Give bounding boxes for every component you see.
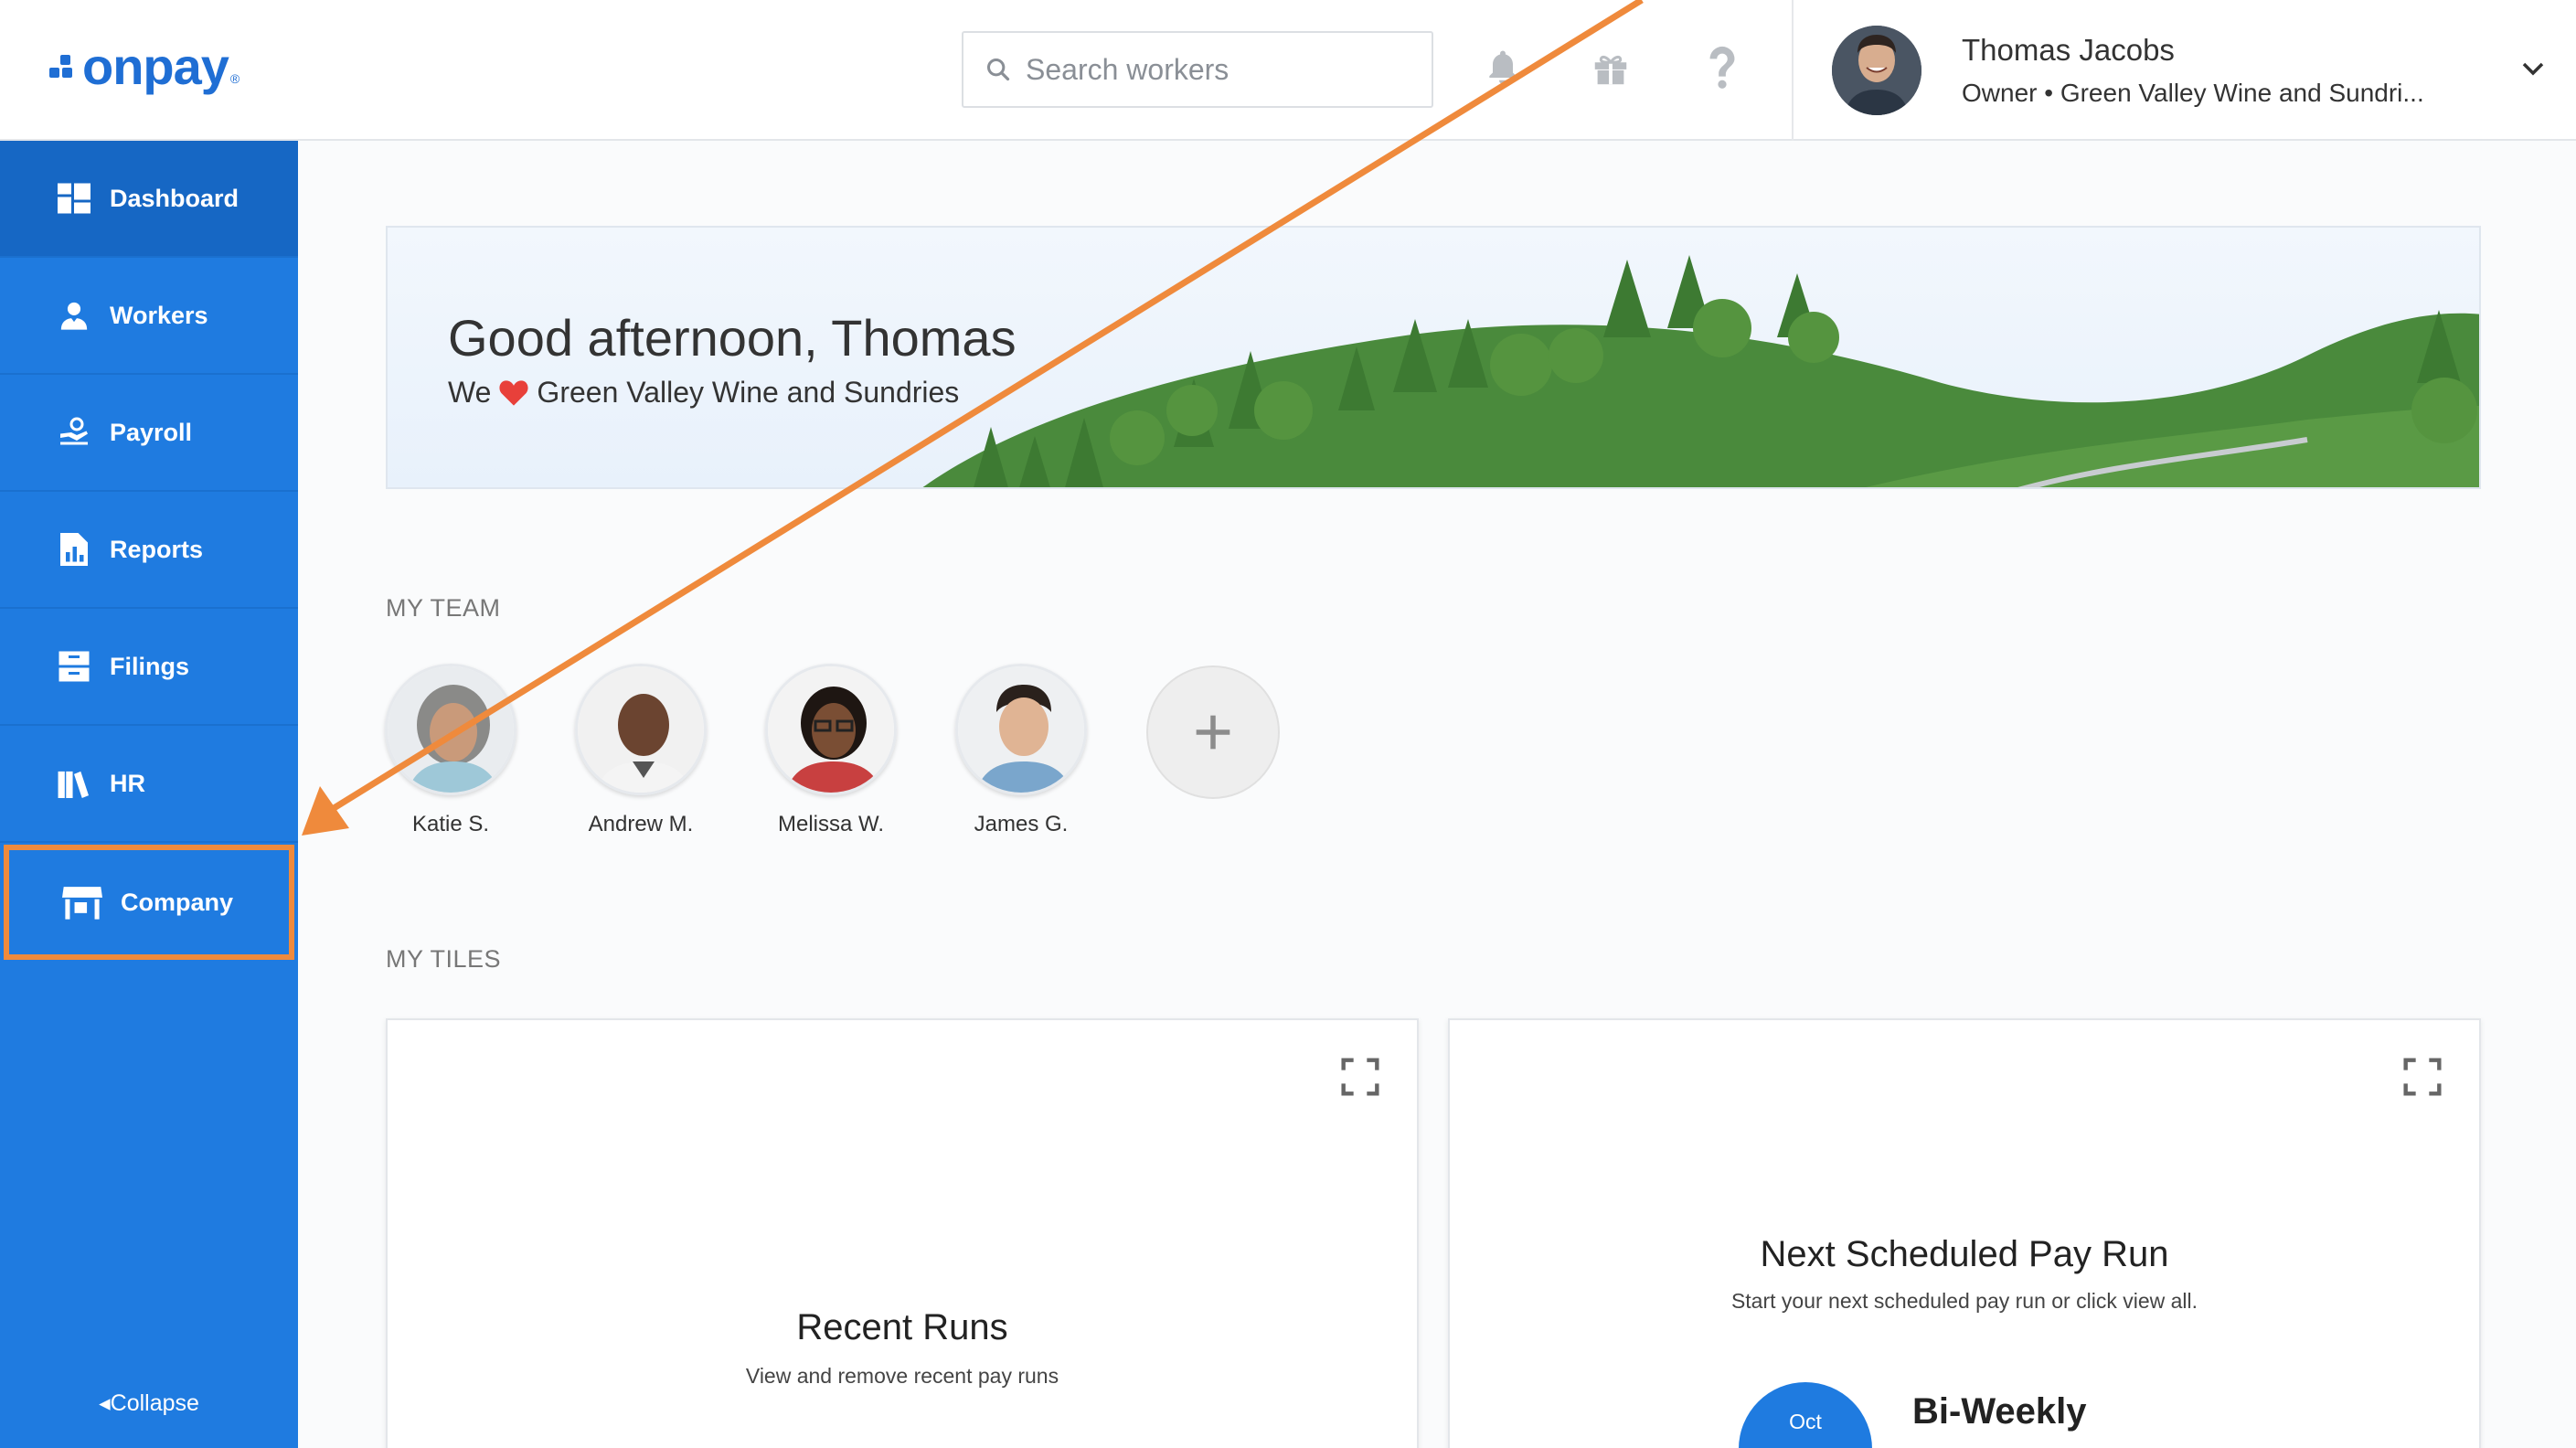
- team-member-name: Melissa W.: [777, 812, 884, 836]
- logo-text: onpay: [82, 37, 229, 95]
- recent-runs-tile[interactable]: Recent Runs View and remove recent pay r…: [386, 1018, 1419, 1448]
- sidebar-item-label: Filings: [110, 652, 189, 680]
- sidebar-item-hr[interactable]: HR: [0, 726, 298, 843]
- bell-icon[interactable]: [1477, 42, 1528, 93]
- greeting-prefix: We: [448, 376, 492, 409]
- sidebar-item-payroll[interactable]: Payroll: [0, 375, 298, 492]
- hr-icon: [57, 766, 91, 801]
- team-member-james[interactable]: James G.: [953, 664, 1090, 837]
- avatar: [955, 664, 1087, 795]
- sidebar-item-label: Workers: [110, 301, 208, 329]
- team-member-name: Katie S.: [411, 812, 490, 836]
- team-member-katie[interactable]: Katie S.: [382, 664, 519, 837]
- reports-icon: [57, 532, 91, 567]
- workers-icon: [57, 298, 91, 333]
- heart-icon: [499, 379, 528, 406]
- pay-date-badge: Oct: [1739, 1382, 1872, 1448]
- logo-mark-icon: [49, 53, 77, 80]
- search-box[interactable]: [962, 31, 1433, 108]
- payroll-icon: [57, 415, 91, 450]
- avatar: [385, 664, 516, 795]
- sidebar-item-workers[interactable]: Workers: [0, 258, 298, 375]
- sidebar-item-label: Payroll: [110, 418, 193, 446]
- my-team-label: MY TEAM: [386, 594, 501, 622]
- pay-frequency: Bi-Weekly: [1912, 1391, 2087, 1432]
- collapse-button[interactable]: ◂Collapse: [0, 1389, 298, 1417]
- tile-title: Recent Runs: [796, 1307, 1008, 1347]
- sidebar-item-company[interactable]: Company: [4, 845, 294, 960]
- filings-icon: [57, 649, 91, 684]
- sidebar-item-label: Dashboard: [110, 184, 240, 212]
- team-member-andrew[interactable]: Andrew M.: [572, 664, 709, 837]
- company-name: Green Valley Wine and Sundries: [537, 376, 960, 409]
- sidebar-item-label: Company: [121, 888, 234, 916]
- sidebar-item-dashboard[interactable]: Dashboard: [0, 141, 298, 258]
- team-member-name: Andrew M.: [588, 812, 694, 836]
- company-icon: [62, 885, 102, 920]
- user-name[interactable]: Thomas Jacobs: [1962, 33, 2175, 68]
- avatar: [765, 664, 897, 795]
- user-role[interactable]: Owner • Green Valley Wine and Sundri...: [1962, 79, 2424, 108]
- user-avatar[interactable]: [1832, 26, 1921, 115]
- tile-title: Next Scheduled Pay Run: [1760, 1234, 2169, 1274]
- next-pay-run-tile[interactable]: Next Scheduled Pay Run Start your next s…: [1448, 1018, 2481, 1448]
- top-header: onpay ® Thomas Jacobs Owner • Green Vall…: [0, 0, 2576, 141]
- my-tiles-label: MY TILES: [386, 945, 502, 973]
- plus-icon: [1196, 715, 1230, 750]
- gift-icon[interactable]: [1585, 42, 1636, 93]
- team-member-melissa[interactable]: Melissa W.: [762, 664, 899, 837]
- sidebar-item-label: Reports: [110, 535, 204, 563]
- search-icon: [986, 58, 1010, 81]
- search-input[interactable]: [1026, 52, 1419, 87]
- dashboard-icon: [57, 181, 91, 216]
- logo-registered: ®: [229, 70, 240, 86]
- greeting-subtitle: We Green Valley Wine and Sundries: [448, 376, 959, 410]
- sidebar-item-label: HR: [110, 769, 145, 797]
- avatar: [575, 664, 707, 795]
- expand-icon[interactable]: [1340, 1057, 1380, 1097]
- chevron-down-icon[interactable]: [2519, 55, 2547, 82]
- collapse-label: Collapse: [110, 1390, 199, 1416]
- pay-month: Oct: [1789, 1410, 1822, 1433]
- tile-subtitle: View and remove recent pay runs: [745, 1364, 1059, 1388]
- header-divider: [1792, 0, 1794, 141]
- chevron-left-icon: ◂: [99, 1390, 111, 1416]
- onpay-logo[interactable]: onpay ®: [49, 37, 240, 96]
- sidebar-item-reports[interactable]: Reports: [0, 492, 298, 609]
- expand-icon[interactable]: [2402, 1057, 2443, 1097]
- welcome-banner: Good afternoon, Thomas We Green Valley W…: [386, 226, 2481, 489]
- sidebar-item-filings[interactable]: Filings: [0, 609, 298, 726]
- help-icon[interactable]: [1697, 42, 1748, 93]
- team-member-name: James G.: [974, 812, 1069, 836]
- tile-subtitle: Start your next scheduled pay run or cli…: [1730, 1289, 2198, 1313]
- add-team-member-button[interactable]: [1146, 665, 1280, 799]
- greeting-title: Good afternoon, Thomas: [448, 309, 1017, 367]
- sidebar: Dashboard Workers Payroll Reports Filing…: [0, 141, 298, 1448]
